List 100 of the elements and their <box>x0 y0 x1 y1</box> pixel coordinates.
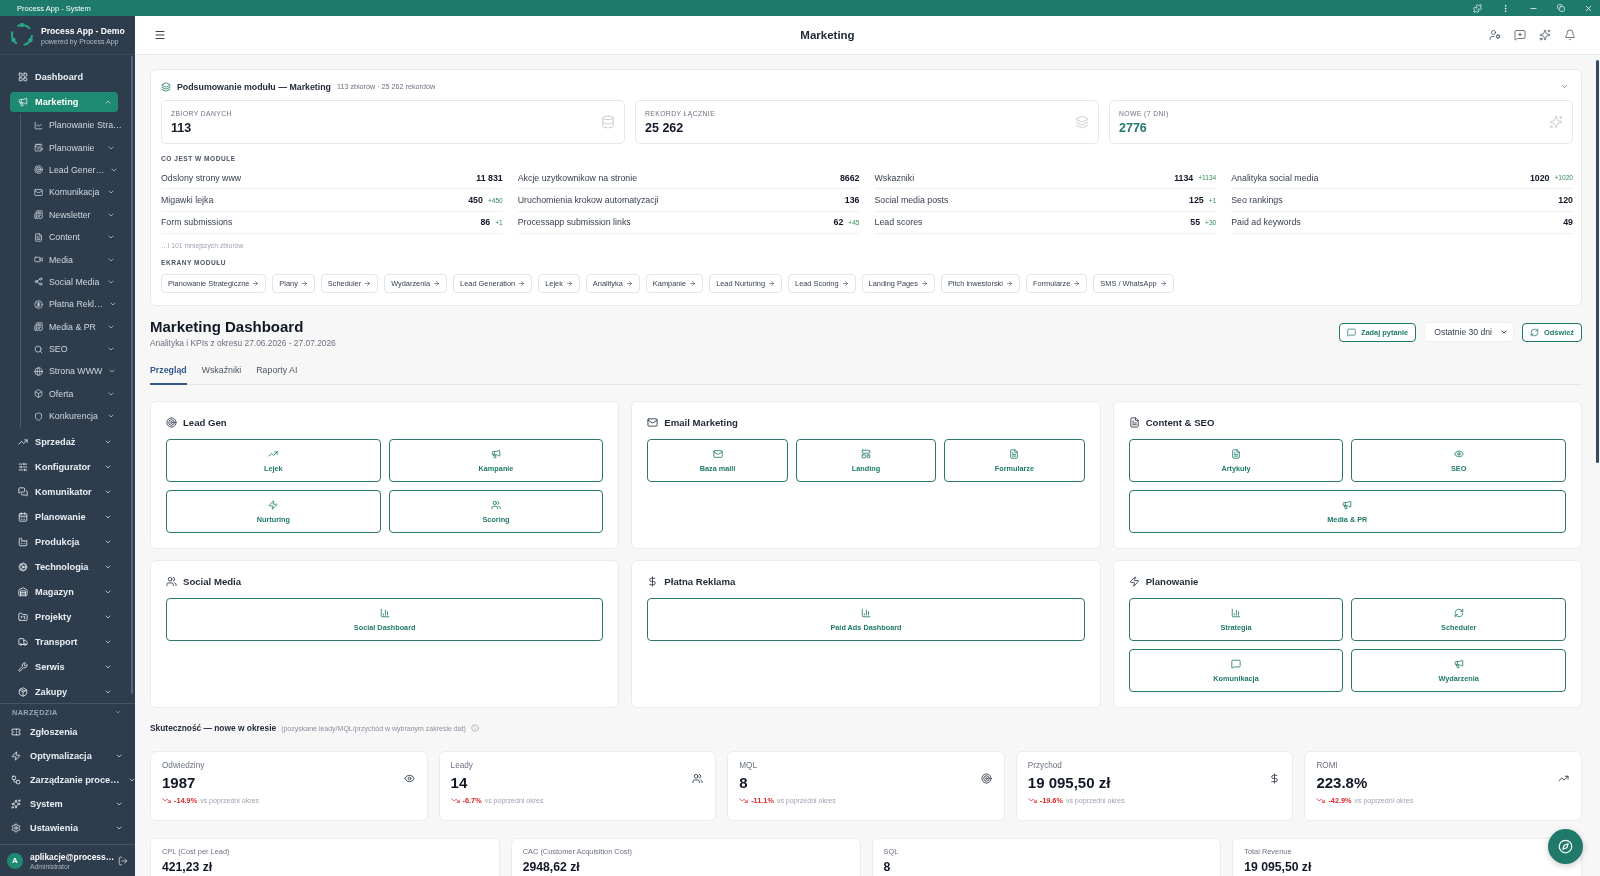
mail-icon <box>34 187 43 197</box>
box-icon <box>34 389 43 399</box>
workflow-icon <box>11 775 21 786</box>
message-plus-icon[interactable] <box>1514 29 1526 41</box>
arrow-right-icon <box>565 280 573 288</box>
cog-icon <box>18 562 28 573</box>
trending-up-icon <box>268 448 279 459</box>
compass-button[interactable] <box>1548 829 1583 864</box>
dataset-count: 49 <box>1563 217 1573 228</box>
bar-chart-icon <box>379 607 390 618</box>
sidebar-subitem[interactable]: Social Media <box>21 270 135 294</box>
sidebar-item[interactable]: Sprzedaż <box>10 432 118 453</box>
close-icon[interactable] <box>1584 3 1593 13</box>
section-title: Płatna Reklama <box>664 576 736 588</box>
scrollbar-thumb[interactable] <box>1596 60 1599 463</box>
kpi-value: 14 <box>450 774 468 792</box>
sidebar-subitem[interactable]: Media & PR <box>21 315 135 338</box>
sidebar-subitem[interactable]: Media <box>21 248 135 271</box>
wrench-icon <box>18 662 28 673</box>
sidebar-item[interactable]: Projekty <box>10 607 118 628</box>
sidebar-subitem[interactable]: Strona WWW <box>21 360 135 383</box>
tab[interactable]: Raporty AI <box>256 365 298 386</box>
grid-icon <box>18 72 28 82</box>
factory-icon <box>18 537 28 548</box>
sidebar-item[interactable]: Konfigurator <box>10 457 118 478</box>
page-header-title: Marketing <box>799 29 856 41</box>
sidebar-subitem[interactable]: Newsletter <box>21 203 135 226</box>
sidebar-item[interactable]: Ustawienia <box>0 816 135 841</box>
sidebar-item[interactable]: Technologia <box>10 557 118 578</box>
search-icon <box>34 344 43 354</box>
bar-chart-icon <box>1231 607 1241 618</box>
line-chart-icon <box>34 120 43 130</box>
restore-icon[interactable] <box>1557 4 1565 12</box>
sidebar-item[interactable]: Zgłoszenia <box>0 720 135 745</box>
sidebar-subitem[interactable]: Komunikacja <box>21 181 135 204</box>
arrow-right-icon <box>625 280 633 288</box>
stat-value: 113 <box>171 120 192 135</box>
sidebar-item[interactable]: Transport <box>10 632 118 653</box>
dataset-name: Migawki lejka <box>161 195 215 206</box>
sidebar-item[interactable]: Magazyn <box>10 582 118 603</box>
sidebar-subitem[interactable]: Płatna Rekl… <box>21 293 135 316</box>
chevron-down-icon[interactable] <box>1560 82 1569 91</box>
lightning-icon <box>1128 576 1140 588</box>
sidebar-item[interactable]: System <box>0 792 135 817</box>
kpi-label: MQL <box>739 761 757 771</box>
sidebar-item[interactable]: Produkcja <box>10 532 118 553</box>
trending-up-icon <box>18 437 28 448</box>
target-icon <box>34 165 43 175</box>
user-email: aplikacje@process… <box>30 851 115 862</box>
sidebar-subitem[interactable]: Oferta <box>21 382 135 406</box>
mail-icon <box>647 417 659 429</box>
period-select[interactable]: Ostatnie 30 dni <box>1424 322 1514 343</box>
sidebar-item[interactable]: Planowanie <box>10 507 118 528</box>
sidebar-subitem[interactable]: Lead Gener… <box>21 158 135 182</box>
tab[interactable]: Przegląd <box>150 365 187 386</box>
sidebar-subitem[interactable]: Planowanie <box>21 136 135 159</box>
layers-icon <box>161 81 171 92</box>
megaphone-icon <box>18 97 28 107</box>
sidebar-item[interactable]: Zarządzanie proce… <box>0 768 135 793</box>
puzzle-icon[interactable] <box>1473 3 1482 13</box>
arrow-right-icon <box>1073 280 1081 288</box>
sidebar-subitem[interactable]: Content <box>21 225 135 249</box>
eye-icon <box>1453 448 1464 459</box>
tab[interactable]: Wskaźniki <box>201 365 242 386</box>
dataset-count: 11 831 <box>476 172 503 183</box>
document-icon <box>1009 448 1020 459</box>
arrow-right-icon <box>300 280 308 288</box>
megaphone-icon <box>1342 499 1353 510</box>
sidebar-subitem[interactable]: Planowanie Stra… <box>21 114 135 137</box>
user-gear-icon[interactable] <box>1489 29 1501 41</box>
scrollbar-thumb[interactable] <box>131 56 133 694</box>
notifications-icon[interactable] <box>1564 29 1576 41</box>
logout-icon[interactable] <box>118 855 128 866</box>
kpi-value: 8 <box>739 774 748 792</box>
sidebar-item[interactable]: Marketing <box>10 92 118 112</box>
dataset-name: Social media posts <box>874 195 950 206</box>
dataset-count: 86 <box>480 217 491 228</box>
refresh-icon <box>1453 607 1464 618</box>
dataset-name: Paid ad keywords <box>1231 217 1302 228</box>
package-icon <box>18 687 28 698</box>
sidebar-item[interactable]: Dashboard <box>10 67 118 87</box>
lightning-icon <box>268 499 279 510</box>
more-icon[interactable] <box>1501 3 1510 13</box>
arrow-right-icon <box>364 280 372 288</box>
sidebar-subitem[interactable]: SEO <box>21 337 135 361</box>
video-camera-icon <box>34 255 43 265</box>
sidebar-subitem[interactable]: Konkurencja <box>21 405 135 428</box>
arrow-right-icon <box>689 280 697 288</box>
sidebar-item[interactable]: Optymalizacja <box>0 744 135 769</box>
sidebar-item[interactable]: Zakupy <box>10 682 118 703</box>
arrow-right-icon <box>920 280 928 288</box>
dataset-count: 62 <box>833 217 844 228</box>
menu-icon[interactable] <box>154 29 166 41</box>
kpi-label: Leady <box>450 761 473 771</box>
dataset-name: Form submissions <box>161 217 234 228</box>
dollar-icon <box>647 576 659 588</box>
sidebar-item[interactable]: Serwis <box>10 657 118 678</box>
page-title: Marketing Dashboard <box>150 318 304 336</box>
sidebar-item[interactable]: Komunikator <box>10 482 118 503</box>
sparkles-icon[interactable] <box>1539 29 1551 41</box>
